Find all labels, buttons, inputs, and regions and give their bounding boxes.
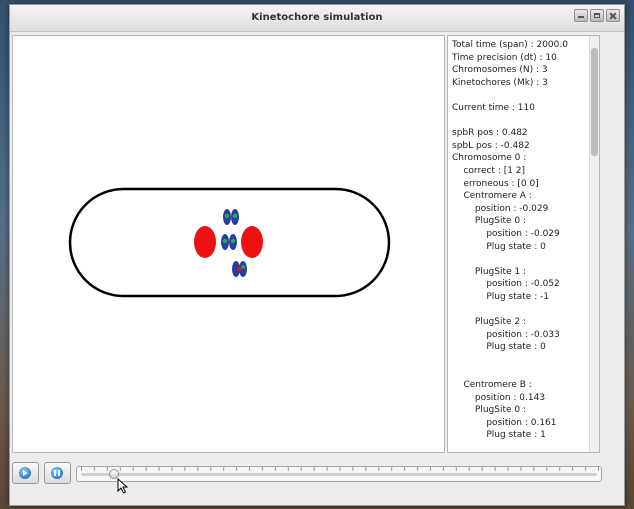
title-bar[interactable]: Kinetochore simulation	[10, 5, 624, 32]
info-line: Chromosomes (N) : 3	[452, 65, 548, 76]
info-line: position : 0.143	[452, 392, 546, 403]
window-controls	[574, 9, 620, 22]
info-line: Chromosome 0 :	[452, 153, 527, 164]
info-line: position : 0.161	[452, 417, 557, 428]
info-line: Plug state : 1	[452, 430, 546, 441]
info-line: Kinetochores (Mk) : 3	[452, 77, 548, 88]
info-line: Centromere A :	[452, 191, 532, 202]
mouse-cursor-icon	[117, 478, 129, 494]
info-line: position : -0.029	[452, 228, 560, 239]
info-line	[452, 115, 587, 128]
info-line: Plug state : 0	[452, 342, 546, 353]
info-line: correct : [1 2]	[452, 165, 526, 176]
slider-ticks	[81, 467, 599, 471]
info-line: Centromere B :	[452, 380, 532, 391]
pause-button[interactable]	[44, 462, 71, 484]
simulation-canvas	[12, 35, 445, 453]
info-line: position : -0.029	[452, 203, 549, 214]
info-line: position : -0.052	[452, 279, 560, 290]
info-line	[452, 89, 587, 102]
info-line: PlugSite 0 :	[452, 405, 526, 416]
info-line: Total time (span) : 2000.0	[452, 40, 568, 50]
spindle-pole-right	[241, 226, 263, 258]
slider-track	[81, 473, 597, 476]
info-line: spbL pos : -0.482	[452, 140, 530, 151]
info-line: position : -0.033	[452, 329, 560, 340]
info-line: Time precision (dt) : 10	[452, 52, 557, 63]
minimize-icon[interactable]	[574, 9, 588, 22]
info-line: PlugSite 1 :	[452, 266, 526, 277]
info-line: erroneous : [0 0]	[452, 178, 539, 189]
info-line	[452, 366, 587, 379]
close-icon[interactable]	[606, 9, 620, 22]
maximize-icon[interactable]	[590, 9, 604, 22]
info-line: Plug state : 0	[452, 241, 546, 252]
info-text: Total time (span) : 2000.0 Time precision…	[452, 39, 587, 442]
simulation-drawing	[68, 187, 391, 298]
info-panel[interactable]: Total time (span) : 2000.0 Time precision…	[447, 35, 600, 453]
info-line: Current time : 110	[452, 102, 535, 113]
pause-icon	[51, 467, 63, 479]
playback-toolbar	[12, 462, 622, 488]
play-icon	[19, 467, 31, 479]
info-line: PlugSite 2 :	[452, 317, 526, 328]
info-line	[452, 354, 587, 367]
spindle-pole-left	[194, 226, 216, 258]
window-title: Kinetochore simulation	[251, 12, 383, 23]
time-slider[interactable]	[76, 466, 602, 482]
info-line	[452, 303, 587, 316]
info-line: spbR pos : 0.482	[452, 128, 528, 139]
info-scrollbar[interactable]	[589, 36, 599, 452]
info-line: PlugSite 0 :	[452, 216, 526, 227]
scrollbar-thumb[interactable]	[591, 48, 598, 156]
info-line: Plug state : -1	[452, 291, 550, 302]
play-button[interactable]	[12, 462, 39, 484]
info-line	[452, 253, 587, 266]
